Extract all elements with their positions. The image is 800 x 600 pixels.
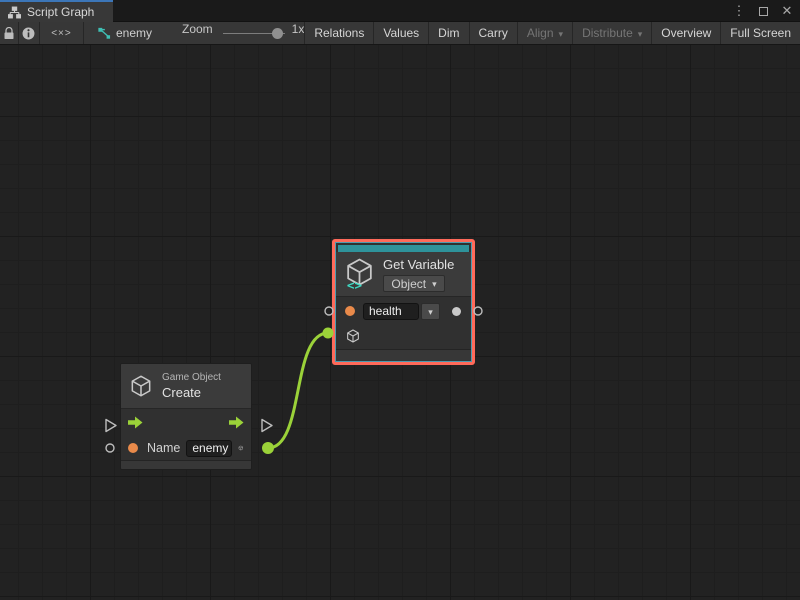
dim-label: Dim — [438, 26, 459, 40]
full-screen-button[interactable]: Full Screen — [720, 22, 800, 44]
create-node-name-row: Name enemy — [121, 436, 251, 460]
distribute-button: Distribute ▾ — [572, 22, 651, 44]
align-label: Align — [527, 26, 554, 40]
create-node[interactable]: Game Object Create Name enemy — [120, 363, 252, 470]
lock-button[interactable] — [0, 22, 19, 44]
hierarchy-icon — [8, 6, 21, 19]
graph-toolbar: <×> enemy Zoom 1x Relations Values Dim C… — [0, 22, 800, 45]
get-variable-titles: Get Variable Object ▾ — [383, 257, 454, 292]
overview-label: Overview — [661, 26, 711, 40]
close-icon[interactable]: ✕ — [778, 2, 796, 20]
zoom-slider[interactable] — [223, 22, 285, 44]
create-gameobject-output-port[interactable] — [262, 442, 274, 454]
distribute-label: Distribute — [582, 26, 633, 40]
get-variable-node[interactable]: <> Get Variable Object ▾ — [335, 242, 472, 362]
carry-button[interactable]: Carry — [469, 22, 517, 44]
get-variable-selection-border: <> Get Variable Object ▾ — [332, 239, 475, 365]
flow-input-arrow-icon[interactable] — [128, 416, 143, 429]
get-variable-header[interactable]: <> Get Variable Object ▾ — [336, 252, 471, 296]
title-bar: Script Graph ⋮ ✕ — [0, 0, 800, 22]
variable-target-row — [336, 325, 471, 347]
caret-down-icon: ▾ — [428, 308, 433, 317]
info-icon — [22, 27, 35, 40]
zoom-value: 1x — [292, 22, 305, 44]
get-variable-accent-bar — [338, 245, 469, 252]
caret-down-icon: ▾ — [559, 30, 564, 39]
create-node-category: Game Object — [162, 372, 221, 383]
values-label: Values — [383, 26, 419, 40]
variable-value-output-port[interactable] — [452, 307, 461, 316]
flow-output-arrow-icon[interactable] — [229, 416, 244, 429]
tab-script-graph[interactable]: Script Graph — [0, 0, 113, 22]
breadcrumb[interactable]: enemy — [97, 22, 152, 44]
window-menu-icon[interactable]: ⋮ — [730, 2, 748, 20]
variable-cube-icon: <> — [343, 257, 376, 291]
variable-scope-dropdown[interactable]: Object ▾ — [383, 275, 445, 292]
angle-brackets-glyph: <> — [347, 278, 363, 291]
get-variable-title: Get Variable — [383, 257, 454, 272]
edit-code-button[interactable]: <×> — [40, 22, 84, 44]
name-param-label: Name — [147, 441, 180, 455]
maximize-glyph — [759, 7, 768, 16]
variable-name-dropdown[interactable]: ▾ — [421, 303, 440, 320]
zoom-slider-handle[interactable] — [272, 28, 283, 39]
create-name-left-port[interactable] — [106, 444, 114, 452]
values-button[interactable]: Values — [373, 22, 428, 44]
graph-canvas[interactable]: Game Object Create Name enemy — [0, 45, 800, 600]
carry-label: Carry — [479, 26, 508, 40]
gameobject-cube-icon — [128, 373, 154, 399]
info-button[interactable] — [19, 22, 40, 44]
variable-name-row: health ▾ — [336, 297, 471, 325]
lock-icon — [3, 27, 15, 40]
create-flow-output-port[interactable] — [262, 420, 272, 432]
create-node-title: Create — [162, 385, 221, 400]
create-node-titles: Game Object Create — [162, 372, 221, 400]
graph-breadcrumb-icon — [97, 27, 111, 40]
relations-label: Relations — [314, 26, 364, 40]
zoom-label: Zoom — [182, 22, 213, 44]
variable-name-field[interactable]: health — [363, 303, 419, 320]
gameobject-output-port-icon[interactable] — [238, 440, 244, 456]
create-node-footer — [121, 460, 251, 469]
variable-name-input-port[interactable] — [345, 306, 355, 316]
name-input-port[interactable] — [128, 443, 138, 453]
get-variable-footer — [336, 349, 471, 361]
connection-wire[interactable] — [268, 333, 328, 448]
create-flow-input-port[interactable] — [106, 420, 116, 432]
dim-button[interactable]: Dim — [428, 22, 468, 44]
create-node-body: Name enemy — [121, 408, 251, 460]
create-node-flow-row — [121, 409, 251, 436]
scope-dropdown-value: Object — [391, 277, 426, 291]
tab-title: Script Graph — [27, 5, 94, 19]
name-value-field[interactable]: enemy — [186, 440, 232, 457]
relations-button[interactable]: Relations — [304, 22, 373, 44]
get-variable-right-port[interactable] — [474, 307, 482, 315]
overview-button[interactable]: Overview — [651, 22, 720, 44]
maximize-icon[interactable] — [754, 2, 772, 20]
create-node-header[interactable]: Game Object Create — [121, 364, 251, 408]
caret-down-icon: ▾ — [432, 280, 437, 289]
script-graph-window: Script Graph ⋮ ✕ <×> — [0, 0, 800, 600]
full-screen-label: Full Screen — [730, 26, 791, 40]
window-controls: ⋮ ✕ — [730, 0, 796, 22]
breadcrumb-label: enemy — [116, 26, 152, 40]
gameobject-target-port-icon[interactable] — [345, 328, 361, 344]
get-variable-body: health ▾ — [336, 296, 471, 349]
align-button: Align ▾ — [517, 22, 572, 44]
caret-down-icon: ▾ — [638, 30, 643, 39]
